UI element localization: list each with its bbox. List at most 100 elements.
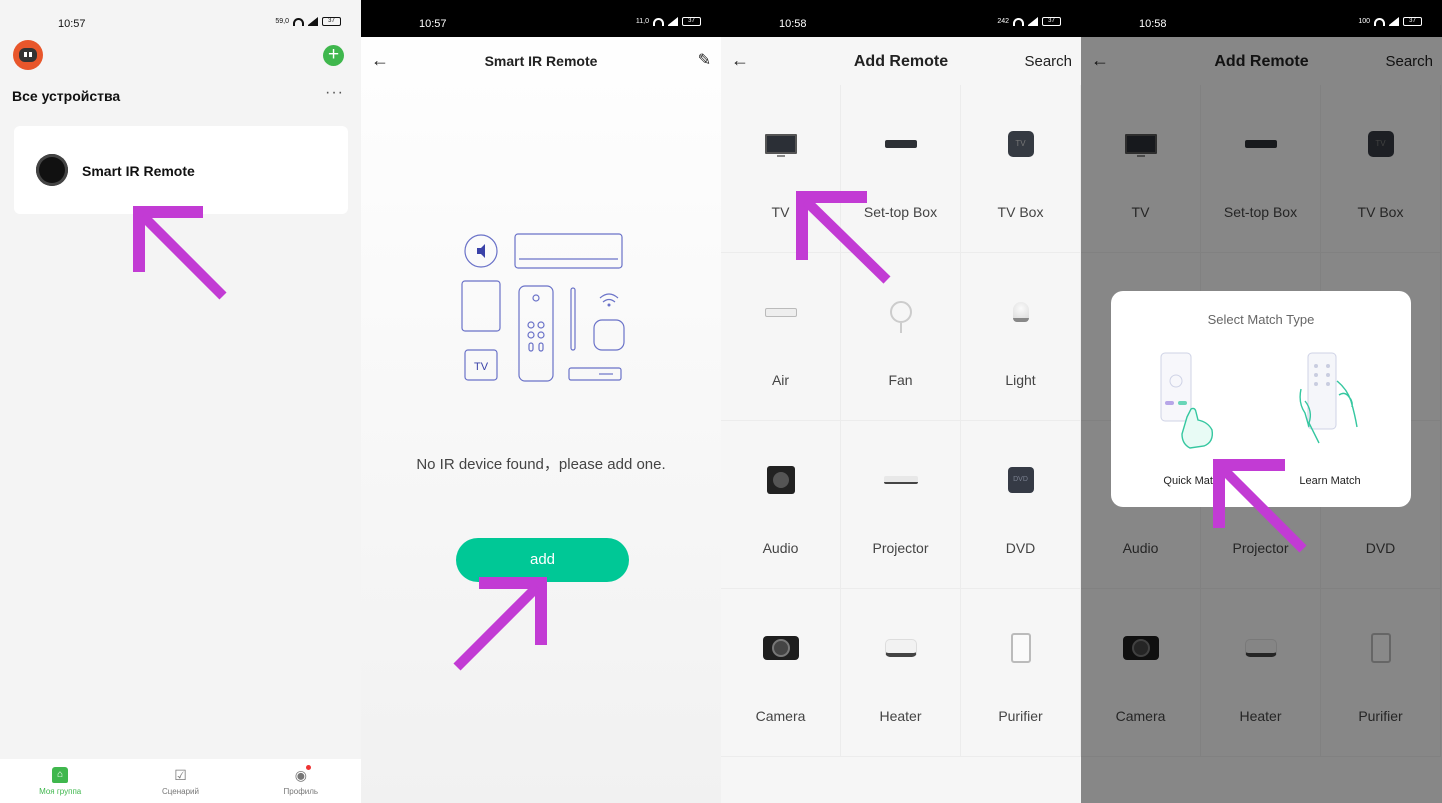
status-icons: 100 37 xyxy=(1358,16,1422,26)
battery-icon: 37 xyxy=(322,17,341,26)
status-bar: 10:57 11,0 37 xyxy=(361,0,721,37)
bottom-tab-bar: ⌂ Моя группа ☑ Сценарий ◉ Профиль xyxy=(0,759,361,803)
learn-match-label: Learn Match xyxy=(1299,475,1361,487)
ir-devices-illustration: TV xyxy=(461,233,625,382)
wifi-icon xyxy=(653,17,664,26)
category-label: TV Box xyxy=(997,204,1044,220)
category-label: Heater xyxy=(879,708,922,724)
category-label: Audio xyxy=(762,540,799,556)
annotation-arrow xyxy=(453,577,547,671)
status-bar: 10:57 59,0 37 xyxy=(0,0,361,37)
edit-pencil-icon[interactable]: ✎ xyxy=(698,50,711,70)
home-icon: ⌂ xyxy=(52,767,69,783)
checkbox-icon: ☑ xyxy=(174,767,187,783)
battery-icon: 37 xyxy=(682,17,701,26)
status-bar: 10:58 242 37 xyxy=(721,0,1081,37)
category-audio[interactable]: Audio xyxy=(721,421,841,589)
wifi-icon xyxy=(1013,17,1024,26)
status-time: 10:58 xyxy=(779,18,807,30)
category-projector[interactable]: Projector xyxy=(841,421,961,589)
annotation-arrow xyxy=(133,206,227,300)
match-type-dialog: Select Match Type Quick Match Learn Matc… xyxy=(1111,291,1411,507)
group-title: Все устройства xyxy=(12,88,121,104)
add-remote-screen: 10:58 242 37 ← Add Remote Search TV Set-… xyxy=(721,0,1081,803)
battery-icon: 37 xyxy=(1403,17,1422,26)
projector-icon xyxy=(883,476,918,484)
category-label: DVD xyxy=(1005,540,1036,556)
category-label: Set-top Box xyxy=(863,204,938,220)
category-air[interactable]: Air xyxy=(721,253,841,421)
quick-match-option[interactable]: Quick Match xyxy=(1129,351,1259,491)
category-fan[interactable]: Fan xyxy=(841,253,961,421)
tab-label: Моя группа xyxy=(39,787,82,796)
category-label: Purifier xyxy=(998,708,1043,724)
camera-icon xyxy=(762,636,799,660)
fan-icon xyxy=(889,301,912,333)
network-speed: 100 xyxy=(1358,18,1370,25)
tab-profile[interactable]: ◉ Профиль xyxy=(241,759,361,803)
dvd-icon: DVD xyxy=(1007,467,1034,493)
status-time: 10:58 xyxy=(1139,18,1167,30)
category-dvd[interactable]: DVD DVD xyxy=(961,421,1081,589)
tv-illustration-label: TV xyxy=(474,361,489,373)
signal-icon xyxy=(668,16,678,26)
status-icons: 242 37 xyxy=(997,16,1061,26)
air-conditioner-icon xyxy=(764,307,797,317)
category-label: Light xyxy=(1005,372,1036,388)
wifi-icon xyxy=(293,17,304,26)
tab-scenario[interactable]: ☑ Сценарий xyxy=(120,759,240,803)
learn-match-option[interactable]: Learn Match xyxy=(1265,351,1395,491)
search-button[interactable]: Search xyxy=(1024,53,1072,70)
status-icons: 59,0 37 xyxy=(275,16,341,26)
light-bulb-icon xyxy=(1012,302,1029,322)
category-label: TV xyxy=(771,204,790,220)
category-heater[interactable]: Heater xyxy=(841,589,961,757)
category-tv-box[interactable]: TV TV Box xyxy=(961,85,1081,253)
quick-match-illustration xyxy=(1160,352,1214,449)
remote-empty-screen: 10:57 11,0 37 ← Smart IR Remote ✎ TV No … xyxy=(361,0,721,803)
add-remote-button[interactable]: add xyxy=(456,538,629,582)
status-time: 10:57 xyxy=(419,18,447,30)
quick-match-label: Quick Match xyxy=(1163,475,1225,487)
learn-match-illustration xyxy=(1299,352,1358,444)
tv-icon xyxy=(764,134,797,157)
network-speed: 11,0 xyxy=(635,18,649,25)
signal-icon xyxy=(1028,16,1038,26)
signal-icon xyxy=(1389,16,1399,26)
add-device-button[interactable]: + xyxy=(323,45,344,66)
page-title: Smart IR Remote xyxy=(484,53,598,69)
select-match-screen: 10:58 100 37 ← Add Remote Search TV Set-… xyxy=(1081,0,1442,803)
battery-icon: 37 xyxy=(1042,17,1061,26)
category-light[interactable]: Light xyxy=(961,253,1081,421)
dialog-title: Select Match Type xyxy=(1207,312,1315,327)
signal-icon xyxy=(308,16,318,26)
tab-label: Сценарий xyxy=(162,787,199,796)
category-camera[interactable]: Camera xyxy=(721,589,841,757)
audio-speaker-icon xyxy=(766,466,795,494)
device-name: Smart IR Remote xyxy=(82,163,195,179)
tab-label: Профиль xyxy=(283,787,319,796)
device-card[interactable]: Smart IR Remote xyxy=(14,126,348,214)
status-time: 10:57 xyxy=(58,18,86,30)
purifier-icon xyxy=(1010,633,1031,663)
empty-state-message: No IR device found，please add one. xyxy=(416,456,666,473)
tab-my-group[interactable]: ⌂ Моя группа xyxy=(0,759,120,803)
heater-icon xyxy=(884,639,917,657)
ir-remote-device-icon xyxy=(36,154,68,186)
category-purifier[interactable]: Purifier xyxy=(961,589,1081,757)
tv-box-icon: TV xyxy=(1007,131,1034,157)
category-label: Camera xyxy=(755,708,806,724)
status-icons: 11,0 37 xyxy=(635,16,701,26)
category-tv[interactable]: TV xyxy=(721,85,841,253)
category-label: Fan xyxy=(888,372,913,388)
status-bar: 10:58 100 37 xyxy=(1081,0,1442,37)
home-screen: 10:57 59,0 37 + Все устройства ··· Smart… xyxy=(0,0,361,803)
app-logo xyxy=(13,40,43,70)
set-top-box-icon xyxy=(884,140,917,148)
network-speed: 242 xyxy=(997,18,1009,25)
more-icon[interactable]: ··· xyxy=(325,84,344,102)
wifi-icon xyxy=(1374,17,1385,26)
network-speed: 59,0 xyxy=(275,18,289,25)
category-label: Projector xyxy=(872,540,929,556)
category-set-top-box[interactable]: Set-top Box xyxy=(841,85,961,253)
